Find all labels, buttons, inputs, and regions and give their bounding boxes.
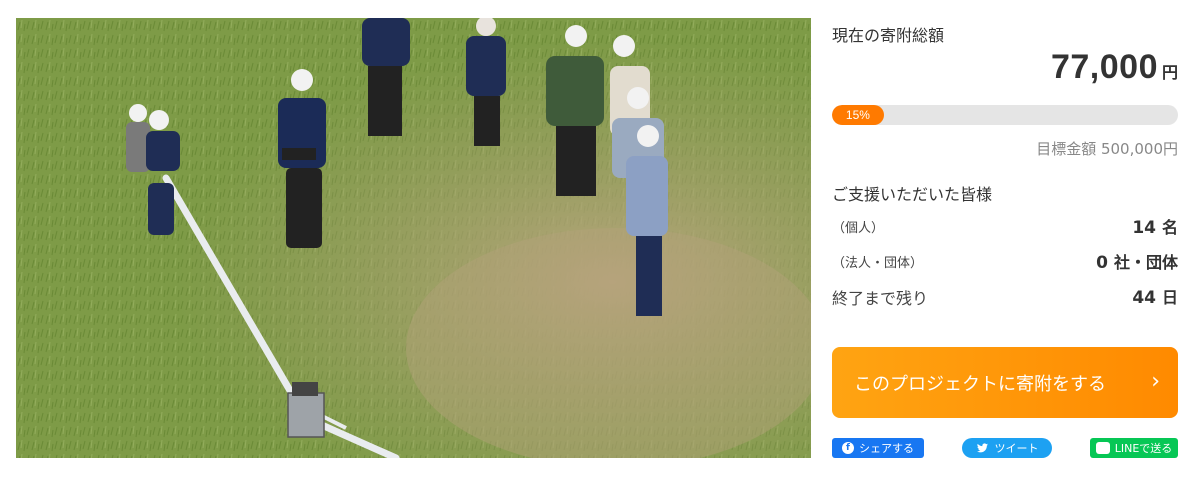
progress-bar: 15% [832, 105, 1178, 125]
progress-fill: 15% [832, 105, 884, 125]
twitter-icon [976, 442, 990, 454]
chevron-right-icon: › [1151, 369, 1160, 394]
individual-supporters-row: （個人） 14 名 [832, 214, 1178, 238]
line-share-button[interactable]: LINEで送る [1090, 438, 1178, 458]
goal-amount: 目標金額 500,000円 [1036, 140, 1178, 158]
line-icon [1095, 442, 1110, 454]
photo-scene [16, 18, 811, 458]
project-photo [16, 18, 811, 458]
remaining-days-row: 終了まで残り 44 日 [832, 284, 1178, 308]
corporate-value: 0 [1096, 253, 1108, 273]
supporters-title: ご支援いただいた皆様 [832, 185, 993, 204]
facebook-share-label: シェアする [859, 442, 914, 455]
corporate-label: （法人・団体） [832, 256, 924, 271]
remaining-unit: 日 [1161, 288, 1178, 307]
total-donation-label: 現在の寄附総額 [832, 26, 945, 45]
donate-button[interactable]: このプロジェクトに寄附をする › [832, 347, 1178, 418]
facebook-share-button[interactable]: f シェアする [832, 438, 924, 458]
twitter-share-button[interactable]: ツイート [962, 438, 1052, 458]
individual-count: 14 名 [1132, 214, 1178, 238]
individual-label: （個人） [832, 221, 885, 236]
twitter-bird-icon [977, 443, 988, 453]
line-share-label: LINEで送る [1114, 442, 1173, 455]
remaining-value: 44 [1132, 288, 1156, 308]
progress-percent: 15% [845, 108, 870, 122]
remaining-label: 終了まで残り [832, 289, 929, 308]
remaining-days: 44 日 [1132, 284, 1178, 308]
facebook-icon: f [842, 442, 854, 454]
individual-value: 14 [1132, 218, 1156, 238]
twitter-share-label: ツイート [994, 442, 1039, 455]
individual-unit: 名 [1161, 218, 1178, 237]
amount-unit: 円 [1161, 63, 1178, 82]
line-bubble-icon [1097, 443, 1109, 454]
corporate-supporters-row: （法人・団体） 0 社・団体 [832, 249, 1178, 273]
corporate-unit: 社・団体 [1113, 253, 1178, 272]
total-donation-amount: 77,000 円 [1051, 48, 1178, 87]
corporate-count: 0 社・団体 [1096, 249, 1178, 273]
donate-button-label: このプロジェクトに寄附をする [854, 373, 1106, 395]
amount-value: 77,000 [1050, 48, 1158, 86]
